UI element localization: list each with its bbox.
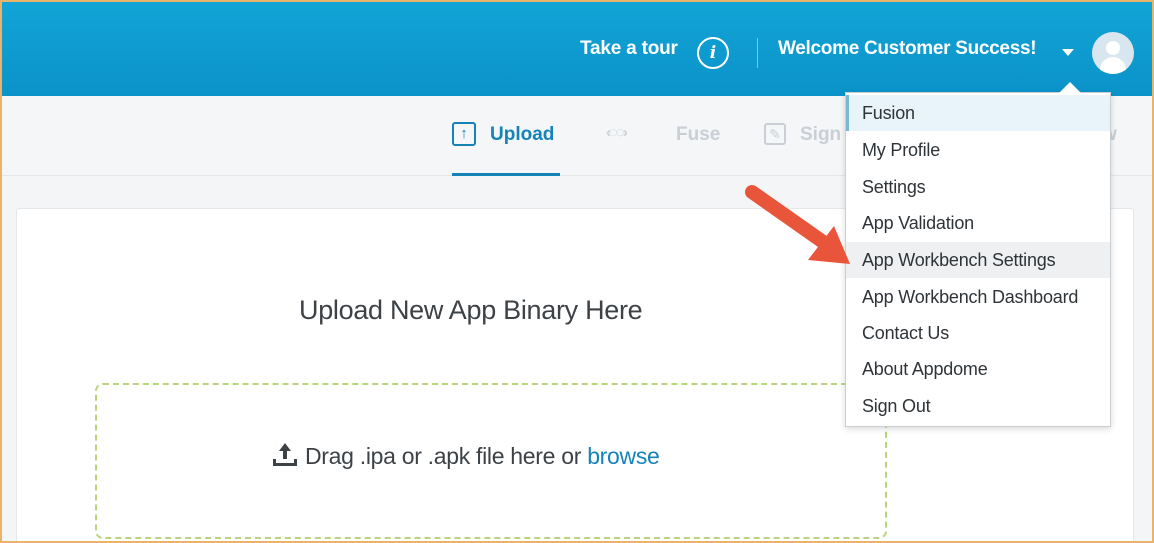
dropzone-instruction: Drag .ipa or .apk file here or (305, 443, 588, 469)
stem-shape (283, 450, 287, 459)
upload-title: Upload New App Binary Here (299, 295, 643, 325)
avatar[interactable] (1092, 32, 1134, 74)
screenshot-frame: Take a tour i Welcome Customer Success! … (0, 0, 1154, 543)
annotation-arrow-icon (745, 185, 850, 264)
menu-item-fusion[interactable]: Fusion (846, 95, 1110, 131)
upload-tray-icon (273, 443, 297, 466)
menu-item-my-profile[interactable]: My Profile (846, 132, 1110, 168)
file-dropzone[interactable]: Drag .ipa or .apk file here or browse (95, 383, 887, 539)
fuse-connector-icon: ‹◌◌› (606, 124, 628, 141)
upload-box-icon: ↑ (452, 122, 476, 146)
menu-item-settings[interactable]: Settings (846, 169, 1110, 205)
browse-link[interactable]: browse (587, 443, 660, 469)
header-divider (757, 38, 758, 68)
step-fuse-label: Fuse (676, 124, 721, 145)
step-upload-label: Upload (490, 124, 555, 145)
step-sign-label: Sign (800, 124, 842, 145)
menu-item-sign-out[interactable]: Sign Out (846, 388, 1110, 424)
dropzone-text: Drag .ipa or .apk file here or browse (273, 443, 660, 470)
caret-down-icon[interactable] (1062, 49, 1074, 56)
top-bar: Take a tour i Welcome Customer Success! (2, 2, 1152, 96)
user-dropdown-menu: Fusion My Profile Settings App Validatio… (845, 92, 1111, 427)
menu-item-app-workbench-dashboard[interactable]: App Workbench Dashboard (846, 279, 1110, 315)
avatar-head-shape (1106, 41, 1120, 55)
menu-item-about-appdome[interactable]: About Appdome (846, 351, 1110, 387)
menu-item-app-validation[interactable]: App Validation (846, 205, 1110, 241)
take-a-tour-link[interactable]: Take a tour (580, 38, 678, 60)
menu-notch (1059, 82, 1081, 93)
pencil-edit-icon: ✎ (764, 123, 786, 145)
menu-item-app-workbench-settings[interactable]: App Workbench Settings (846, 242, 1110, 278)
avatar-body-shape (1100, 57, 1126, 74)
tray-shape (273, 459, 297, 466)
active-step-underline (452, 173, 560, 176)
menu-item-contact-us[interactable]: Contact Us (846, 315, 1110, 351)
info-icon[interactable]: i (697, 37, 729, 69)
user-menu-toggle[interactable]: Welcome Customer Success! (778, 38, 1037, 60)
